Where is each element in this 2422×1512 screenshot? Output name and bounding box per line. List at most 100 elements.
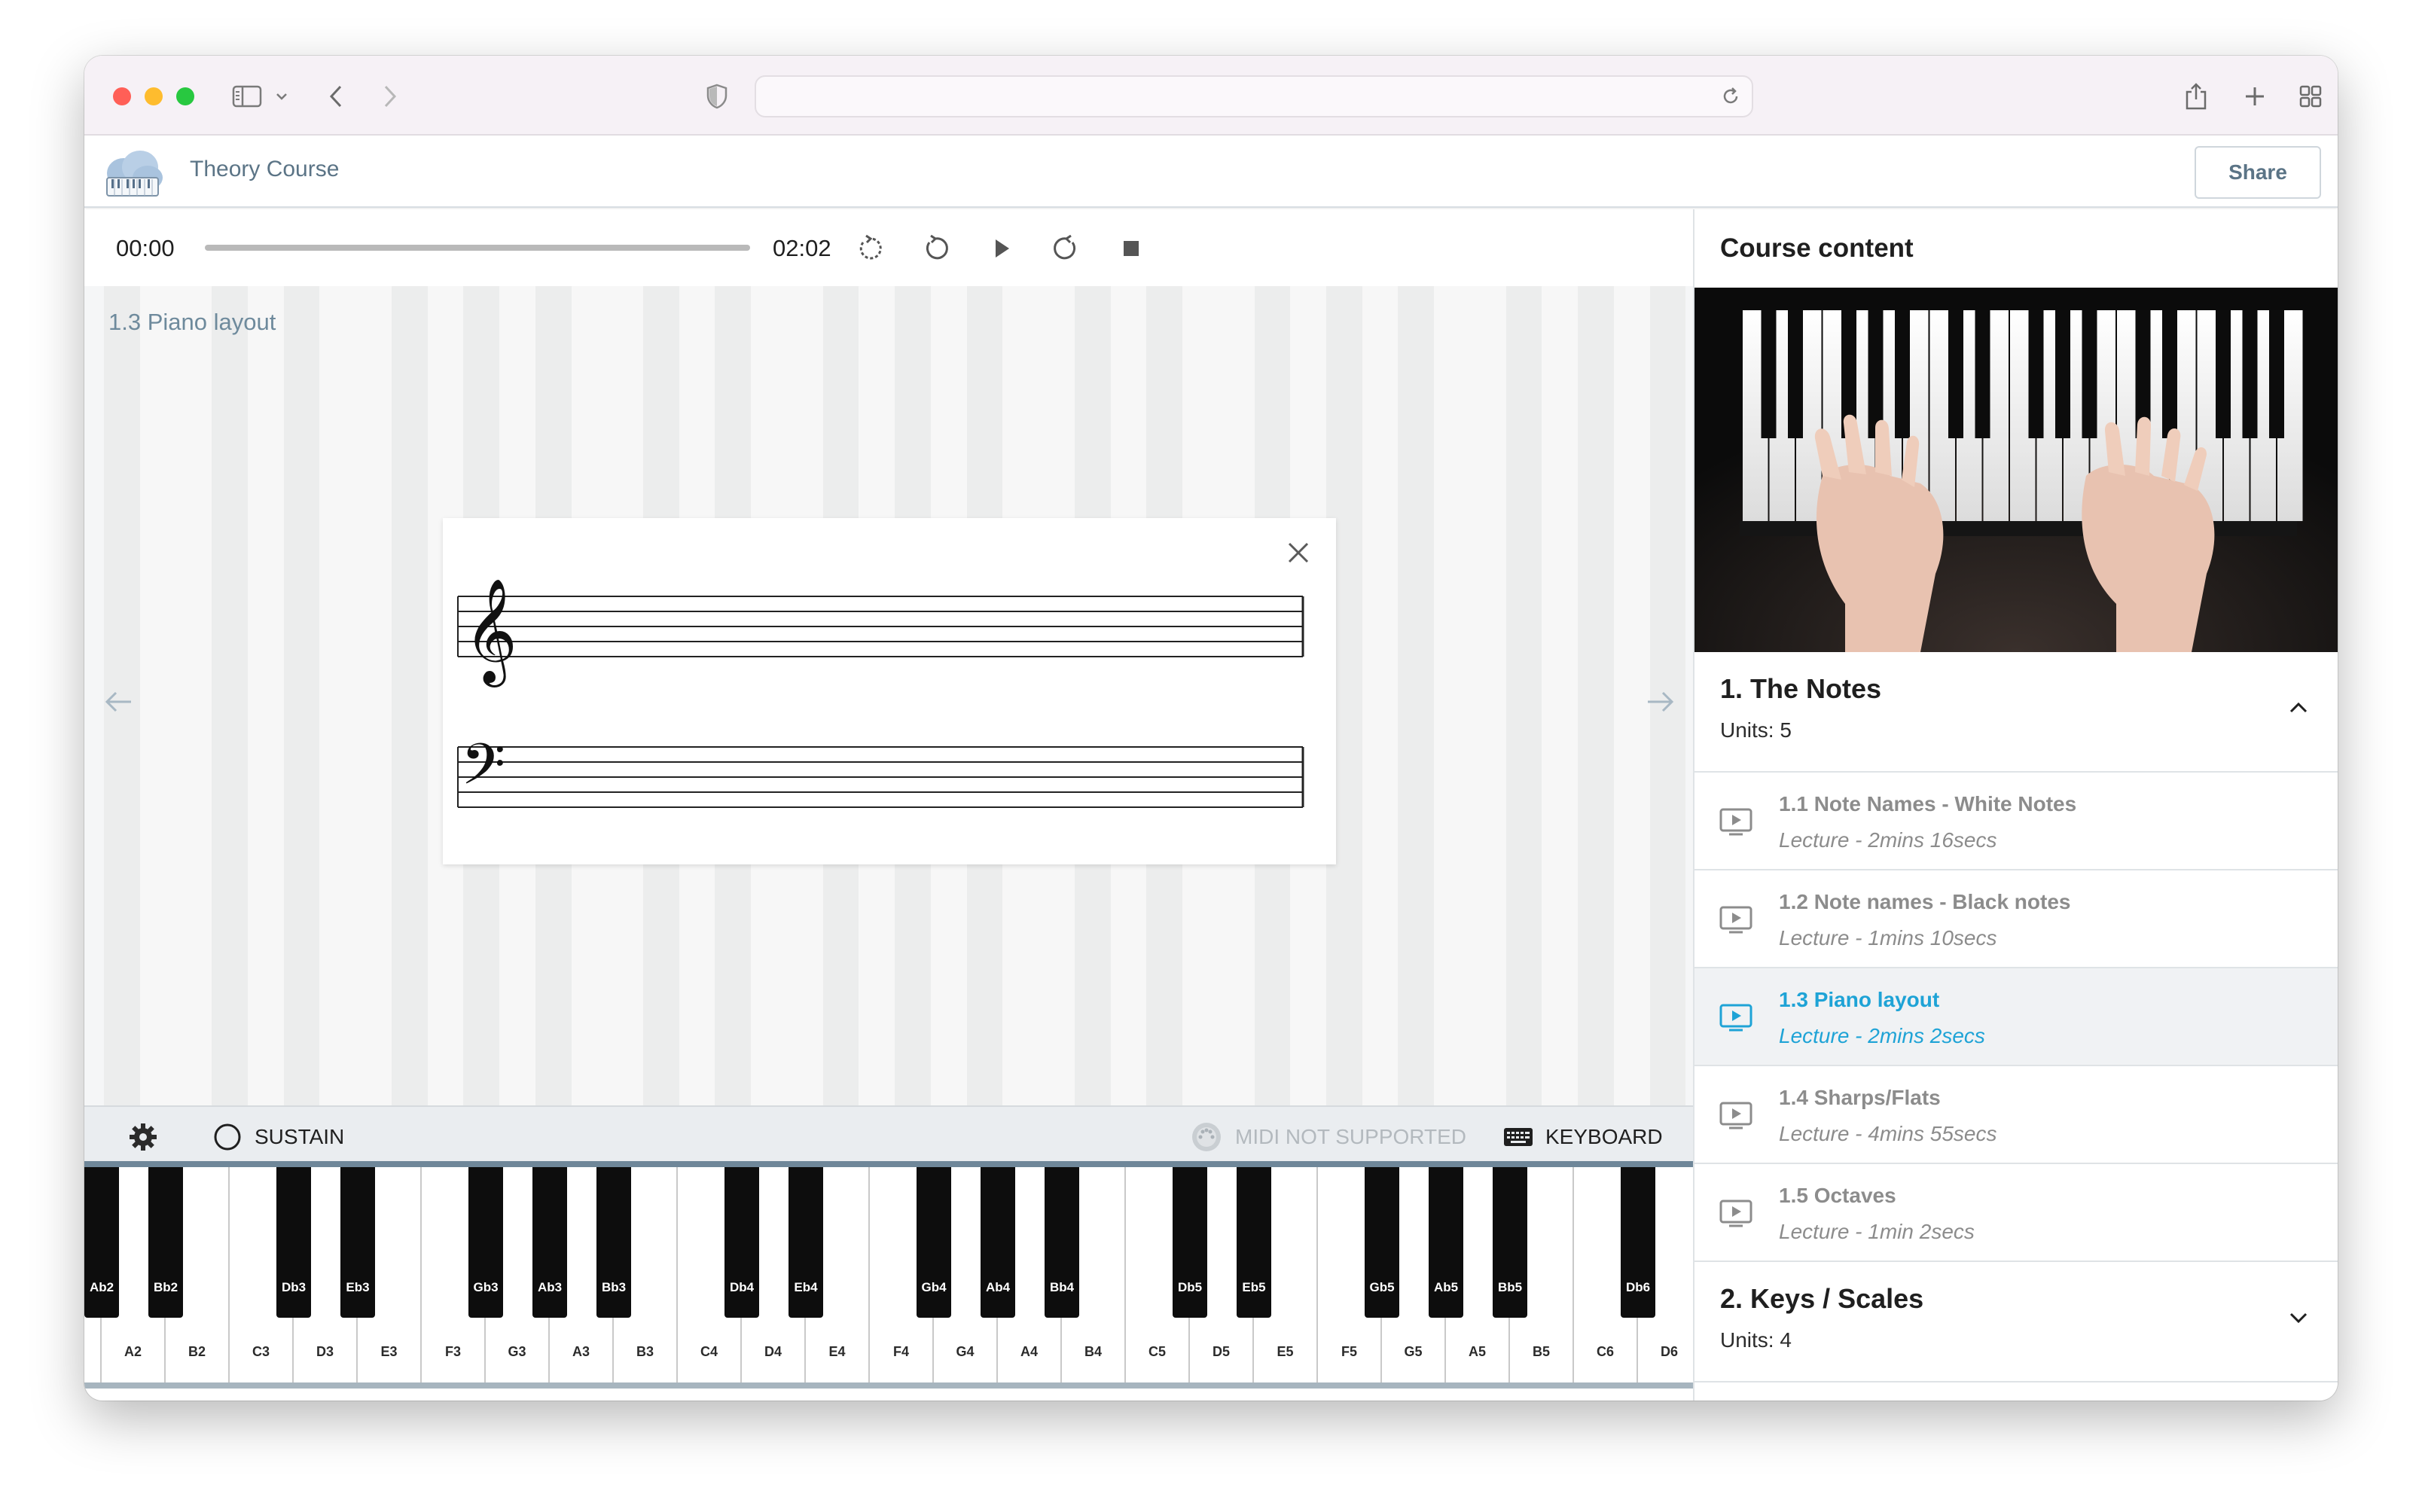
piano-black-key[interactable]: Eb5	[1237, 1167, 1271, 1318]
piano-cloud-logo[interactable]	[101, 145, 164, 199]
notation-card: 𝄞 𝄢	[443, 518, 1336, 864]
lesson-stage: 1.3 Piano layout 𝄞 𝄢	[84, 286, 1693, 1105]
seek-bar[interactable]	[205, 245, 750, 251]
browser-window: Theory Course Share 00:00 02:02 1.3 Pian…	[84, 56, 2338, 1401]
lecture-duration: Lecture - 1min 2secs	[1779, 1220, 1975, 1243]
plus-icon[interactable]	[2240, 78, 2270, 114]
piano-black-key[interactable]: Db4	[724, 1167, 759, 1318]
lecture-item[interactable]: 1.2 Note names - Black notes Lecture - 1…	[1694, 870, 2338, 968]
lecture-title: 1.2 Note names - Black notes	[1779, 890, 2071, 913]
lecture-duration: Lecture - 4mins 55secs	[1779, 1122, 1997, 1145]
key-label: Eb4	[794, 1280, 818, 1294]
piano-black-key[interactable]: Eb4	[789, 1167, 823, 1318]
key-label: C3	[252, 1344, 270, 1359]
sidebar-title: Course content	[1720, 233, 1914, 263]
next-arrow-icon[interactable]	[1642, 684, 1678, 720]
sustain-label: SUSTAIN	[255, 1125, 345, 1148]
back-icon[interactable]	[322, 78, 349, 114]
piano-black-key[interactable]: Ab3	[532, 1167, 567, 1318]
piano-black-key[interactable]: Db5	[1173, 1167, 1207, 1318]
video-lecture-icon	[1719, 804, 1753, 839]
zoom-window-button[interactable]	[176, 87, 194, 105]
piano-black-key[interactable]: Ab4	[981, 1167, 1015, 1318]
grand-staff: 𝄞 𝄢	[457, 578, 1304, 812]
piano-black-key[interactable]: Bb4	[1045, 1167, 1079, 1318]
key-label: Db6	[1625, 1280, 1651, 1294]
app-title: Theory Course	[190, 157, 340, 181]
bass-clef-icon: 𝄢	[461, 731, 505, 812]
key-label: Gb5	[1369, 1280, 1395, 1294]
sustain-toggle[interactable]: SUSTAIN	[212, 1122, 344, 1152]
forward-icon[interactable]	[377, 78, 404, 114]
sustain-circle-icon	[214, 1123, 241, 1151]
restart-icon[interactable]	[853, 230, 889, 267]
section-title: 2. Keys / Scales	[1720, 1283, 1924, 1314]
minimize-window-button[interactable]	[145, 87, 163, 105]
video-lecture-icon	[1719, 1000, 1753, 1035]
key-label: Bb2	[153, 1280, 178, 1294]
reload-icon[interactable]	[1720, 86, 1741, 111]
key-label: D3	[316, 1344, 334, 1359]
key-label: F3	[444, 1344, 461, 1359]
lecture-duration: Lecture - 2mins 16secs	[1779, 828, 1997, 852]
close-window-button[interactable]	[113, 87, 131, 105]
piano-black-key[interactable]: Db3	[276, 1167, 311, 1318]
piano-black-key[interactable]: Db6	[1621, 1167, 1655, 1318]
video-lecture-icon	[1719, 902, 1753, 937]
sidebar-toggle-icon[interactable]	[230, 78, 264, 114]
key-label: Bb4	[1049, 1280, 1075, 1294]
address-bar[interactable]	[755, 75, 1753, 117]
stop-icon[interactable]	[1113, 230, 1149, 267]
piano-black-key[interactable]: Bb2	[148, 1167, 183, 1318]
share-button[interactable]: Share	[2195, 146, 2321, 199]
previous-arrow-icon[interactable]	[101, 684, 137, 720]
key-label: A5	[1468, 1344, 1486, 1359]
piano-black-key[interactable]: Gb3	[468, 1167, 503, 1318]
key-label: Db3	[281, 1280, 307, 1294]
lecture-item[interactable]: 1.1 Note Names - White Notes Lecture - 2…	[1694, 773, 2338, 870]
piano-black-key[interactable]: Ab5	[1429, 1167, 1463, 1318]
midi-label: MIDI NOT SUPPORTED	[1235, 1125, 1467, 1148]
piano-black-key[interactable]: Eb3	[340, 1167, 375, 1318]
key-label: Gb3	[473, 1280, 499, 1294]
chevron-down-icon[interactable]	[2286, 1306, 2311, 1330]
lecture-title: 1.5 Octaves	[1779, 1184, 1896, 1207]
video-lecture-icon	[1719, 1098, 1753, 1132]
key-label: D4	[764, 1344, 782, 1359]
lecture-item[interactable]: 1.4 Sharps/Flats Lecture - 4mins 55secs	[1694, 1066, 2338, 1164]
key-label: E5	[1277, 1344, 1294, 1359]
fast-forward-icon[interactable]	[1048, 230, 1084, 267]
key-label: Db5	[1177, 1280, 1203, 1294]
lecture-item[interactable]: 1.5 Octaves Lecture - 1min 2secs	[1694, 1164, 2338, 1262]
key-label: B2	[188, 1344, 206, 1359]
piano-black-key[interactable]: Gb5	[1365, 1167, 1399, 1318]
shield-icon[interactable]	[703, 78, 731, 114]
key-label: Ab5	[1433, 1280, 1459, 1294]
piano-toolbar: SUSTAIN MIDI NOT SUPPORTED KEYBOARD	[84, 1105, 1693, 1167]
gear-icon[interactable]	[128, 1122, 158, 1152]
piano-black-key[interactable]: Ab2	[84, 1167, 119, 1318]
lecture-item-active[interactable]: 1.3 Piano layout Lecture - 2mins 2secs	[1694, 968, 2338, 1066]
course-sidebar: Course content 1. The Notes Units: 5 1.1…	[1693, 209, 2338, 1401]
lesson-label: 1.3 Piano layout	[108, 309, 276, 335]
rewind-icon[interactable]	[917, 230, 953, 267]
section-keys-scales[interactable]: 2. Keys / Scales Units: 4	[1694, 1262, 2338, 1382]
key-label: F4	[892, 1344, 909, 1359]
chevron-up-icon[interactable]	[2286, 696, 2311, 720]
lecture-duration: Lecture - 2mins 2secs	[1779, 1024, 1985, 1047]
play-icon[interactable]	[984, 230, 1020, 267]
share-icon[interactable]	[2181, 78, 2211, 114]
chevron-down-icon[interactable]	[273, 78, 291, 114]
section-the-notes[interactable]: 1. The Notes Units: 5	[1694, 652, 2338, 773]
piano-black-key[interactable]: Gb4	[917, 1167, 951, 1318]
section-title: 1. The Notes	[1720, 673, 1882, 704]
tabs-grid-icon[interactable]	[2295, 78, 2326, 114]
keyboard-toggle[interactable]: KEYBOARD	[1503, 1122, 1663, 1152]
close-icon[interactable]	[1282, 536, 1315, 569]
lecture-title: 1.4 Sharps/Flats	[1779, 1086, 1941, 1109]
midi-status: MIDI NOT SUPPORTED	[1190, 1122, 1466, 1152]
key-label: Gb4	[921, 1280, 947, 1294]
piano-black-key[interactable]: Bb5	[1493, 1167, 1527, 1318]
piano-black-key[interactable]: Bb3	[596, 1167, 631, 1318]
midi-icon	[1192, 1123, 1221, 1151]
